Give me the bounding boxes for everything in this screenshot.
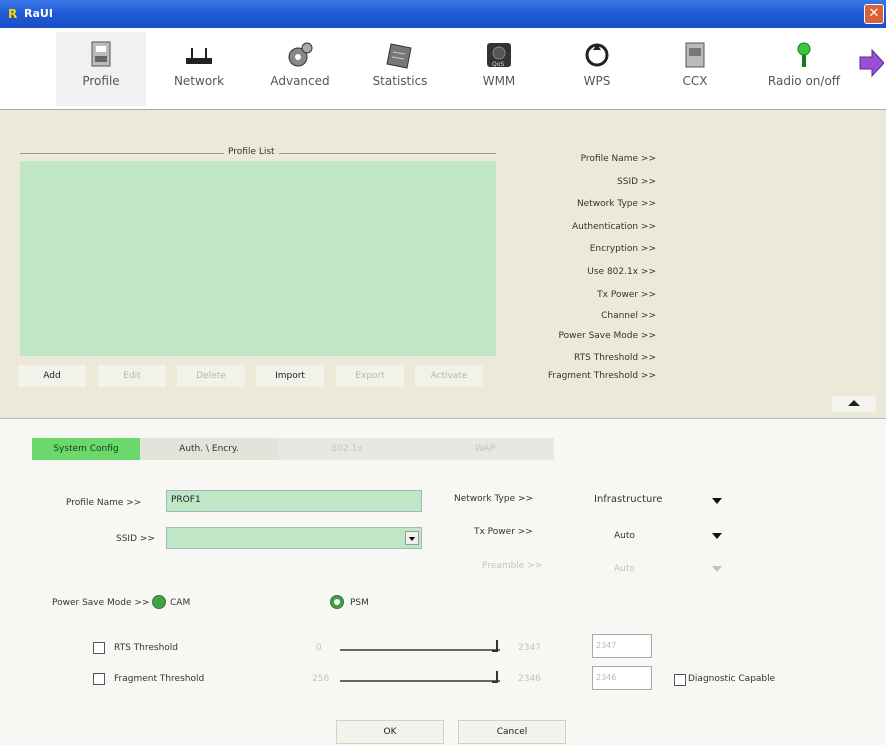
close-button[interactable]: ✕ [864,4,884,24]
preamble-label: Preamble >> [482,561,543,571]
detail-ssid: SSID >> [617,177,656,187]
tab-auth-encry[interactable]: Auth. \ Encry. [140,438,278,460]
preamble-dropdown-icon[interactable] [712,566,722,572]
detail-txpower: Tx Power >> [597,290,656,300]
rts-slider-thumb[interactable] [492,640,498,652]
tab-8021x[interactable]: 802.1x [278,438,416,460]
wmm-icon: QoS [484,40,514,70]
toolbar-label: WMM [482,74,516,88]
statistics-icon [385,40,415,70]
toolbar-label: Network [173,74,225,88]
txpower-label: Tx Power >> [474,527,533,537]
rts-threshold-label: RTS Threshold [114,643,179,653]
collapse-button[interactable] [832,396,876,412]
activate-button[interactable]: Activate [415,365,483,387]
profile-list[interactable] [20,161,496,356]
tab-wap[interactable]: WAP [416,438,554,460]
psm-label: PSM [350,598,369,608]
detail-profile-name: Profile Name >> [580,154,656,164]
rts-threshold-checkbox[interactable] [93,642,105,654]
profile-name-input[interactable]: PROF1 [166,490,422,512]
detail-channel: Channel >> [601,311,656,321]
app-icon: R [8,7,18,21]
cam-radio[interactable] [152,595,166,609]
frag-value-input[interactable]: 2346 [592,666,652,690]
toolbar-statistics[interactable]: Statistics [355,32,445,106]
txpower-dropdown-icon[interactable] [712,533,722,539]
title-bar: R RaUI ✕ [0,0,886,28]
psm-radio[interactable] [330,595,344,609]
toolbar-label: Radio on/off [767,74,841,88]
detail-use8021x: Use 802.1x >> [587,267,656,277]
export-button[interactable]: Export [336,365,404,387]
frag-max-label: 2346 [518,674,541,684]
frag-slider[interactable] [340,680,500,682]
delete-button[interactable]: Delete [177,365,245,387]
cam-label: CAM [170,598,191,608]
diagnostic-capable-label: Diagnostic Capable [688,674,776,684]
collapse-arrow-icon [848,400,860,406]
network-type-dropdown-icon[interactable] [712,498,722,504]
toolbar-ccx[interactable]: CCX [650,32,740,106]
txpower-value[interactable]: Auto [614,531,635,541]
ssid-label: SSID >> [116,534,155,544]
toolbar-wps[interactable]: WPS [552,32,642,106]
frag-slider-thumb[interactable] [492,671,498,683]
tab-system-config[interactable]: System Config [32,438,140,460]
toolbar-network[interactable]: Network [154,32,244,106]
network-type-label: Network Type >> [454,494,534,504]
ssid-dropdown-arrow-icon[interactable] [405,531,419,545]
toolbar-advanced[interactable]: Advanced [255,32,345,106]
profile-list-title: Profile List [224,147,279,157]
config-panel [0,418,886,745]
detail-fragment-threshold: Fragment Threshold >> [547,371,656,381]
toolbar-profile[interactable]: Profile [56,32,146,106]
toolbar-wmm[interactable]: QoS WMM [454,32,544,106]
import-button[interactable]: Import [256,365,324,387]
add-button[interactable]: Add [18,365,86,387]
toolbar-label: Advanced [270,74,330,88]
ok-button[interactable]: OK [336,720,444,744]
toolbar-label: WPS [583,74,611,88]
cancel-button[interactable]: Cancel [458,720,566,744]
detail-network-type: Network Type >> [576,199,656,209]
network-icon [184,40,214,70]
svg-text:QoS: QoS [492,61,504,68]
rts-slider[interactable] [340,649,500,651]
fragment-threshold-checkbox[interactable] [93,673,105,685]
rts-max-label: 2347 [518,643,541,653]
detail-rts-threshold: RTS Threshold >> [574,353,656,363]
next-arrow-icon[interactable] [858,48,885,78]
preamble-value[interactable]: Auto [614,564,635,574]
fragment-threshold-label: Fragment Threshold [114,674,205,684]
toolbar-label: CCX [682,74,708,88]
rts-value-input[interactable]: 2347 [592,634,652,658]
window-title: RaUI [24,7,53,20]
ssid-select[interactable] [166,527,422,549]
advanced-icon [285,40,315,70]
wps-icon [582,40,612,70]
rts-min-label: 0 [316,643,322,653]
detail-encryption: Encryption >> [589,244,656,254]
toolbar-radio-onoff[interactable]: Radio on/off [752,32,856,106]
main-toolbar: Profile Network Advanced Statistics QoS … [0,28,886,110]
profile-name-label: Profile Name >> [66,498,142,508]
power-save-label: Power Save Mode >> [52,598,150,608]
frag-min-label: 256 [312,674,330,684]
detail-authentication: Authentication >> [571,222,656,232]
ccx-icon [680,40,710,70]
edit-button[interactable]: Edit [98,365,166,387]
detail-power-save-mode: Power Save Mode >> [558,331,657,341]
radio-icon [789,40,819,70]
profile-icon [86,40,116,70]
network-type-value[interactable]: Infrastructure [594,494,662,505]
diagnostic-capable-checkbox[interactable] [674,674,686,686]
toolbar-label: Profile [82,74,120,88]
toolbar-label: Statistics [372,74,428,88]
